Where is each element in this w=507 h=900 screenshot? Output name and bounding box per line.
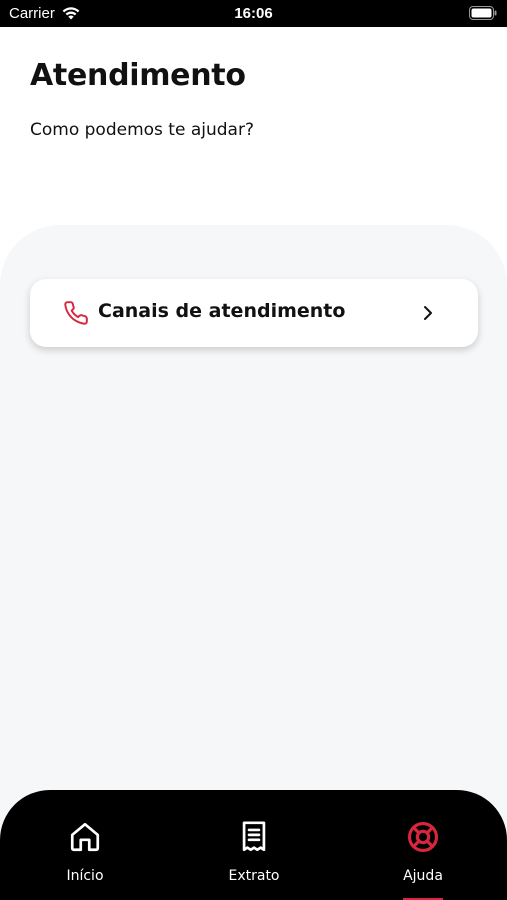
contact-channels-card[interactable]: Canais de atendimento — [30, 279, 478, 347]
tab-label-inicio: Início — [66, 868, 104, 884]
home-icon — [70, 822, 100, 852]
chevron-right-icon — [424, 306, 432, 320]
card-label: Canais de atendimento — [98, 300, 346, 322]
lifebuoy-icon — [407, 821, 439, 853]
tab-extrato[interactable]: Extrato — [193, 790, 313, 900]
tab-ajuda[interactable]: Ajuda — [362, 790, 482, 900]
battery-icon — [469, 6, 497, 20]
tab-inicio[interactable]: Início — [24, 790, 144, 900]
page-subtitle: Como podemos te ajudar? — [30, 120, 254, 140]
bottom-tab-bar: Início Extrato Ajuda — [0, 790, 507, 900]
phone-icon — [64, 301, 88, 325]
tab-label-extrato: Extrato — [228, 868, 280, 884]
page-title: Atendimento — [30, 58, 246, 93]
clock: 16:06 — [234, 5, 273, 22]
tab-label-ajuda: Ajuda — [403, 868, 443, 884]
receipt-icon — [242, 821, 266, 852]
status-bar: Carrier 16:06 — [0, 0, 507, 27]
